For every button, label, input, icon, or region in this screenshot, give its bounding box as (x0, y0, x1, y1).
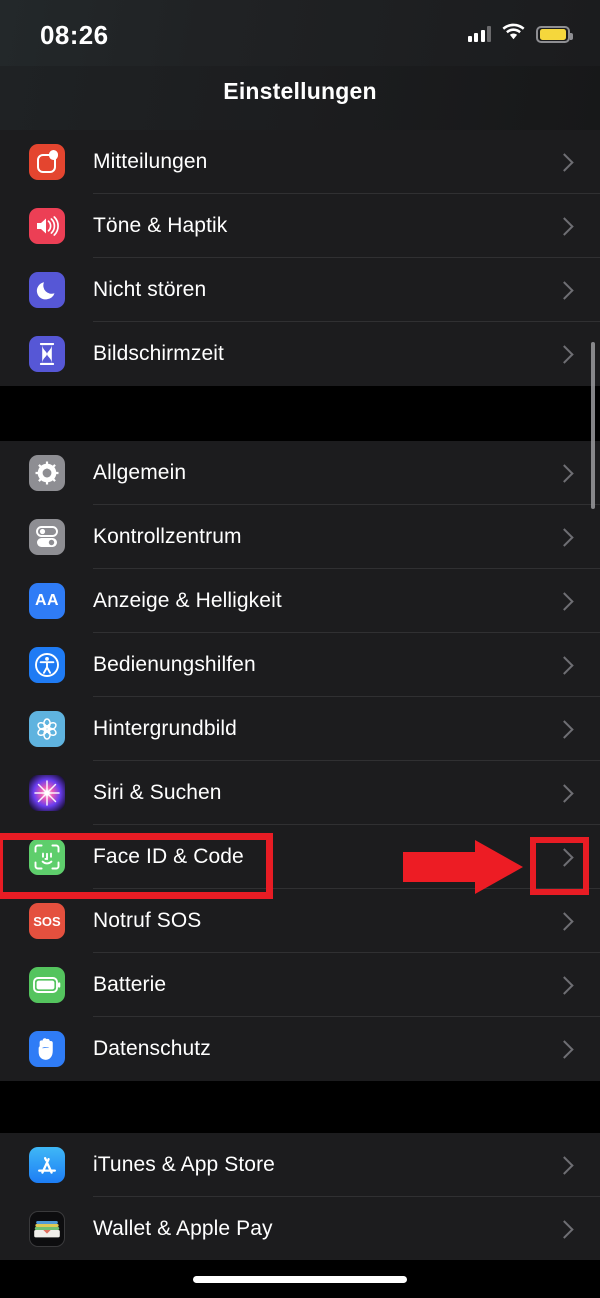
settings-row-label: Bildschirmzeit (93, 342, 224, 365)
chevron-right-icon (555, 591, 574, 611)
wallpaper-icon (29, 711, 65, 747)
settings-group-3: iTunes & App Store Wallet & Apple Pay (0, 1133, 600, 1261)
chevron-right-icon (555, 344, 574, 364)
settings-row-label: Nicht stören (93, 278, 207, 301)
settings-row-allgemein[interactable]: Allgemein (0, 441, 600, 505)
nav-bar: Einstellungen (0, 66, 600, 130)
settings-row-label: Kontrollzentrum (93, 525, 242, 548)
cellular-signal-icon (467, 26, 491, 42)
display-icon-glyph: AA (34, 592, 60, 609)
section-gap (0, 386, 600, 441)
settings-group-1: Mitteilungen Töne & Haptik Nicht stören … (0, 130, 600, 386)
chevron-right-icon (555, 719, 574, 739)
settings-row-nicht-stoeren[interactable]: Nicht stören (0, 258, 600, 322)
control-center-icon (29, 519, 65, 555)
settings-row-itunes-app-store[interactable]: iTunes & App Store (0, 1133, 600, 1197)
settings-row-label: Mitteilungen (93, 150, 208, 173)
chevron-right-icon (555, 152, 574, 172)
chevron-right-icon (555, 975, 574, 995)
home-bar-area (0, 1260, 600, 1298)
home-indicator[interactable] (193, 1276, 407, 1283)
settings-group-2: Allgemein Kontrollzentrum AA Anzeige & H (0, 441, 600, 1081)
page-title: Einstellungen (223, 78, 377, 104)
app-store-icon (29, 1147, 65, 1183)
battery-settings-icon (29, 967, 65, 1003)
settings-row-bildschirmzeit[interactable]: Bildschirmzeit (0, 322, 600, 386)
sos-icon-glyph: SOS (33, 913, 61, 929)
siri-icon (29, 775, 65, 811)
settings-row-datenschutz[interactable]: Datenschutz (0, 1017, 600, 1081)
settings-row-kontrollzentrum[interactable]: Kontrollzentrum (0, 505, 600, 569)
chevron-right-icon (555, 280, 574, 300)
settings-row-label: Batterie (93, 973, 167, 996)
gear-icon (29, 455, 65, 491)
display-icon: AA (29, 583, 65, 619)
chevron-right-icon (555, 783, 574, 803)
scroll-indicator[interactable] (591, 342, 595, 509)
chevron-right-icon (555, 1039, 574, 1059)
wifi-icon (502, 23, 525, 45)
settings-row-face-id-code[interactable]: Face ID & Code (0, 825, 600, 889)
settings-row-label: Bedienungshilfen (93, 653, 256, 676)
settings-row-siri-suchen[interactable]: Siri & Suchen (0, 761, 600, 825)
settings-row-label: Notruf SOS (93, 909, 202, 932)
sos-icon: SOS (29, 903, 65, 939)
face-id-icon (29, 839, 65, 875)
chevron-right-icon (555, 655, 574, 675)
chevron-right-icon (555, 216, 574, 236)
settings-row-hintergrundbild[interactable]: Hintergrundbild (0, 697, 600, 761)
status-bar: 08:26 (0, 0, 600, 66)
status-clock: 08:26 (40, 20, 109, 50)
notifications-icon (29, 144, 65, 180)
settings-row-label: Datenschutz (93, 1037, 211, 1060)
settings-row-label: Töne & Haptik (93, 214, 228, 237)
settings-row-anzeige-helligkeit[interactable]: AA Anzeige & Helligkeit (0, 569, 600, 633)
settings-row-label: Siri & Suchen (93, 781, 222, 804)
settings-row-batterie[interactable]: Batterie (0, 953, 600, 1017)
do-not-disturb-icon (29, 272, 65, 308)
battery-icon (536, 25, 573, 43)
settings-row-label: Allgemein (93, 461, 187, 484)
status-icon-group (467, 22, 573, 46)
chevron-right-icon (555, 527, 574, 547)
sounds-icon (29, 208, 65, 244)
settings-list[interactable]: Mitteilungen Töne & Haptik Nicht stören … (0, 130, 600, 1261)
settings-row-notruf-sos[interactable]: SOS Notruf SOS (0, 889, 600, 953)
settings-row-label: Face ID & Code (93, 845, 244, 868)
settings-row-wallet-apple-pay[interactable]: Wallet & Apple Pay (0, 1197, 600, 1261)
screen-time-icon (29, 336, 65, 372)
settings-row-label: iTunes & App Store (93, 1153, 275, 1176)
settings-row-toene-haptik[interactable]: Töne & Haptik (0, 194, 600, 258)
privacy-hand-icon (29, 1031, 65, 1067)
settings-row-bedienungshilfen[interactable]: Bedienungshilfen (0, 633, 600, 697)
wallet-icon (29, 1211, 65, 1247)
settings-row-label: Wallet & Apple Pay (93, 1217, 273, 1240)
chevron-right-icon[interactable] (555, 847, 574, 867)
settings-row-label: Anzeige & Helligkeit (93, 589, 282, 612)
settings-row-mitteilungen[interactable]: Mitteilungen (0, 130, 600, 194)
chevron-right-icon (555, 1155, 574, 1175)
chevron-right-icon (555, 911, 574, 931)
chevron-right-icon (555, 463, 574, 483)
chevron-right-icon (555, 1219, 574, 1239)
accessibility-icon (29, 647, 65, 683)
settings-row-label: Hintergrundbild (93, 717, 237, 740)
section-gap (0, 1081, 600, 1133)
